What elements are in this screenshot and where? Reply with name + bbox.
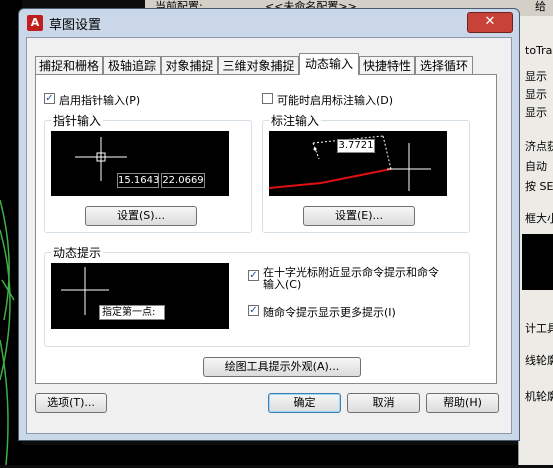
bg-panel-item: 显示 (525, 106, 547, 119)
coordinate-y-field: 22.0669 (161, 173, 205, 188)
enable-pointer-input-label: 启用指针输入(P) (59, 94, 141, 107)
pointer-input-group: 指针输入 15.1643 22.0669 设置(S)... (44, 112, 252, 233)
show-more-tips-checkbox[interactable]: ✓ (248, 305, 259, 316)
drafting-settings-dialog: A 草图设置 ✕ 捕捉和栅格 极轴追踪 对象捕捉 三维对象捕捉 动态输入 快捷特… (18, 8, 520, 441)
dynamic-prompts-preview: 指定第一点: (51, 263, 229, 329)
bg-panel-item: 框大小 (525, 212, 553, 225)
enable-dimension-input-checkbox[interactable] (262, 93, 273, 104)
autocad-app-icon: A (27, 15, 43, 31)
bg-panel-item: 显示 (525, 88, 547, 101)
pointer-input-group-title: 指针输入 (51, 112, 104, 129)
drawing-canvas-bottom (22, 445, 518, 465)
dimension-input-group: 标注输入 3.7721 设置(E)... (262, 112, 470, 233)
tab-quick-properties[interactable]: 快捷特性 (359, 56, 415, 74)
dialog-title: 草图设置 (49, 18, 102, 33)
tab-dynamic-input[interactable]: 动态输入 (299, 53, 359, 75)
tab-snap-grid[interactable]: 捕捉和栅格 (35, 56, 103, 74)
dimension-settings-button[interactable]: 设置(E)... (303, 206, 415, 226)
ok-button[interactable]: 确定 (268, 393, 341, 413)
dynamic-prompts-group-title: 动态提示 (51, 244, 104, 261)
show-prompts-near-crosshair-checkbox[interactable]: ✓ (248, 270, 259, 281)
coordinate-x-field: 15.1643 (117, 173, 160, 188)
enable-pointer-input-checkbox[interactable]: ✓ (44, 93, 55, 104)
options-button[interactable]: 选项(T)... (35, 393, 107, 413)
bg-panel-item: 机轮廓 (525, 390, 553, 403)
background-top-right-label: 给 (535, 0, 546, 13)
drafting-tooltip-appearance-button[interactable]: 绘图工具提示外观(A)... (203, 357, 361, 377)
tab-3d-object-snap[interactable]: 三维对象捕捉 (218, 56, 299, 74)
bg-panel-item: toTrac (525, 44, 553, 57)
close-button[interactable]: ✕ (467, 12, 513, 33)
dialog-titlebar[interactable]: A 草图设置 ✕ (19, 9, 519, 37)
bg-panel-item: 济点获 (525, 140, 553, 153)
tab-object-snap[interactable]: 对象捕捉 (161, 56, 218, 74)
pointer-settings-button[interactable]: 设置(S)... (85, 206, 197, 226)
bg-panel-item: 线轮廓 (525, 354, 553, 367)
tab-polar-tracking[interactable]: 极轴追踪 (103, 56, 161, 74)
bg-preview-box (522, 234, 553, 290)
dimension-input-preview: 3.7721 (269, 131, 447, 196)
dialog-client-area: 捕捉和栅格 极轴追踪 对象捕捉 三维对象捕捉 动态输入 快捷特性 选择循环 ✓ … (26, 37, 512, 434)
enable-dimension-input-label: 可能时启用标注输入(D) (277, 94, 394, 107)
show-prompts-label-line2: 输入(C) (263, 278, 302, 291)
dimension-input-group-title: 标注输入 (269, 112, 322, 129)
tab-selection-cycling[interactable]: 选择循环 (415, 56, 473, 74)
bg-panel-item: 显示 (525, 70, 547, 83)
bg-panel-item: 计工具 (525, 322, 553, 335)
show-more-tips-label: 随命令提示显示更多提示(I) (263, 306, 396, 319)
help-button[interactable]: 帮助(H) (426, 393, 499, 413)
bg-panel-item: 按 SE (525, 180, 553, 193)
pointer-input-preview: 15.1643 22.0669 (51, 131, 229, 196)
dimension-value-field: 3.7721 (337, 139, 375, 153)
dynamic-prompts-group: 动态提示 指定第一点: ✓ 在十字光标附近显示命令提示和命令 输入(C) ✓ 随… (44, 244, 470, 347)
cancel-button[interactable]: 取消 (347, 393, 420, 413)
dynamic-input-panel: ✓ 启用指针输入(P) 可能时启用标注输入(D) 指针输入 15.1643 22… (35, 74, 497, 384)
command-prompt-tooltip: 指定第一点: (99, 305, 165, 320)
show-prompts-near-crosshair-label: 在十字光标附近显示命令提示和命令 输入(C) (263, 267, 439, 291)
bg-panel-item: 自动 (525, 160, 547, 173)
background-options-panel: toTrac 显示 显示 显示 济点获 自动 按 SE 框大小 计工具 线轮廓 … (518, 16, 553, 465)
